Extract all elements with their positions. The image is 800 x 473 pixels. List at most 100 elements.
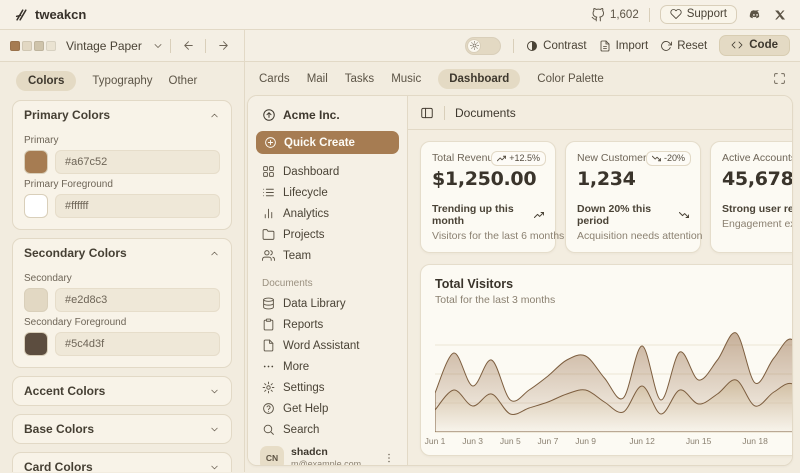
tab-color-palette[interactable]: Color Palette (537, 73, 603, 85)
sidebar-item-team[interactable]: Team (256, 245, 399, 266)
tab-cards[interactable]: Cards (259, 73, 290, 85)
bar-chart-icon (262, 207, 275, 220)
folder-icon (262, 228, 275, 241)
contrast-button[interactable]: Contrast (526, 40, 586, 52)
x-logo-icon[interactable] (774, 9, 786, 21)
org-switcher[interactable]: Acme Inc. (256, 105, 399, 131)
stat-footer-secondary: Engagement exceed targets (722, 218, 792, 230)
file-icon (262, 339, 275, 352)
sidebar-item-data-library[interactable]: Data Library (256, 293, 399, 314)
sidebar-item-lifecycle[interactable]: Lifecycle (256, 182, 399, 203)
theme-name: Vintage Paper (66, 39, 146, 53)
stat-value: 1,234 (577, 168, 689, 190)
stats-grid: Total Revenue +12.5% $1,250.00 Trending … (420, 141, 792, 253)
color-input-secondary-foreground[interactable] (55, 332, 220, 356)
axis-tick: Jun 1 (425, 436, 446, 446)
stat-footer-primary: Trending up this month (432, 203, 529, 227)
color-swatch-secondary[interactable] (24, 288, 48, 312)
tab-typography[interactable]: Typography (92, 75, 152, 87)
axis-tick: Jun 3 (462, 436, 483, 446)
github-stars[interactable]: 1,602 (591, 8, 639, 22)
color-input-secondary[interactable] (55, 288, 220, 312)
tab-tasks[interactable]: Tasks (345, 73, 374, 85)
chart-x-axis: Jun 1Jun 3Jun 5Jun 7Jun 9Jun 12Jun 15Jun… (435, 432, 792, 447)
sidebar-item-label: Dashboard (283, 166, 339, 178)
code-label: Code (749, 39, 778, 51)
tab-dashboard[interactable]: Dashboard (438, 69, 520, 89)
chart-subtitle: Total for the last 3 months (435, 294, 792, 306)
sidebar-item-get-help[interactable]: Get Help (256, 398, 399, 419)
search-icon (262, 423, 275, 436)
more-vertical-icon[interactable] (383, 452, 395, 464)
tab-music[interactable]: Music (391, 73, 421, 85)
import-button[interactable]: Import (599, 40, 649, 52)
sidebar-item-label: Get Help (283, 403, 328, 415)
support-button[interactable]: Support (660, 5, 737, 24)
secondary-colors-header[interactable]: Secondary Colors (13, 239, 231, 267)
code-button[interactable]: Code (719, 35, 790, 56)
grid-icon (262, 165, 275, 178)
stat-card-new-customers: New Customers -20% 1,234 Down 20% this p… (565, 141, 701, 253)
discord-icon[interactable] (747, 8, 764, 22)
fullscreen-icon[interactable] (773, 72, 786, 85)
color-swatch-primary[interactable] (24, 150, 48, 174)
theme-mode-toggle[interactable] (465, 37, 501, 55)
theme-selector[interactable]: Vintage Paper (0, 30, 245, 61)
color-swatch-primary-foreground[interactable] (24, 194, 48, 218)
chevron-down-icon[interactable] (152, 40, 164, 52)
tab-other[interactable]: Other (169, 75, 198, 87)
accent-colors-header[interactable]: Accent Colors (13, 377, 231, 405)
badge-value: -20% (664, 153, 685, 163)
theme-swatch (22, 41, 32, 51)
toolbar-row: Vintage Paper Contrast Import Reset (0, 30, 800, 62)
visitors-area-chart[interactable] (435, 316, 792, 432)
panel-left-icon[interactable] (420, 106, 434, 120)
stat-card-total-revenue: Total Revenue +12.5% $1,250.00 Trending … (420, 141, 556, 253)
field-label: Secondary (24, 273, 220, 284)
quick-create-button[interactable]: Quick Create (256, 131, 399, 154)
tab-colors[interactable]: Colors (16, 71, 76, 91)
sidebar-item-label: Settings (283, 382, 325, 394)
primary-colors-section: Primary Colors Primary Primary Foregroun… (12, 100, 232, 230)
arrow-right-icon (217, 39, 230, 52)
breadcrumb: Documents (455, 106, 516, 120)
theme-prev-button[interactable] (177, 35, 199, 57)
base-colors-header[interactable]: Base Colors (13, 415, 231, 443)
color-input-primary-foreground[interactable] (55, 194, 220, 218)
sidebar-item-word-assistant[interactable]: Word Assistant (256, 335, 399, 356)
sidebar-item-analytics[interactable]: Analytics (256, 203, 399, 224)
sidebar-item-label: Word Assistant (283, 340, 360, 352)
reset-button[interactable]: Reset (660, 40, 707, 52)
brand[interactable]: tweakcn (14, 7, 86, 22)
user-menu[interactable]: CN shadcn m@example.com (256, 440, 399, 466)
clipboard-icon (262, 318, 275, 331)
axis-tick: Jun 5 (500, 436, 521, 446)
sidebar-item-more[interactable]: More (256, 356, 399, 377)
sidebar-item-search[interactable]: Search (256, 419, 399, 440)
sidebar-item-dashboard[interactable]: Dashboard (256, 161, 399, 182)
sidebar-item-label: Data Library (283, 298, 346, 310)
sun-icon (470, 41, 479, 50)
stat-badge: -20% (646, 151, 691, 166)
section-title: Primary Colors (24, 108, 110, 122)
chevron-up-icon (209, 110, 220, 121)
primary-colors-header[interactable]: Primary Colors (13, 101, 231, 129)
color-swatch-secondary-foreground[interactable] (24, 332, 48, 356)
sidebar-item-reports[interactable]: Reports (256, 314, 399, 335)
github-icon (591, 8, 605, 22)
editor-tabs: Colors Typography Other (0, 71, 244, 91)
preview-tabs: Cards Mail Tasks Music Dashboard Color P… (245, 62, 800, 95)
contrast-label: Contrast (543, 40, 586, 52)
dashboard-header: Documents (408, 96, 792, 130)
sidebar-item-settings[interactable]: Settings (256, 377, 399, 398)
stat-value: $1,250.00 (432, 168, 544, 190)
tab-mail[interactable]: Mail (307, 73, 328, 85)
sidebar-item-projects[interactable]: Projects (256, 224, 399, 245)
theme-swatches (10, 41, 56, 51)
user-email: m@example.com (291, 459, 361, 466)
section-title: Card Colors (24, 460, 93, 472)
color-input-primary[interactable] (55, 150, 220, 174)
theme-next-button[interactable] (212, 35, 234, 57)
sidebar-item-label: More (283, 361, 309, 373)
card-colors-header[interactable]: Card Colors (13, 453, 231, 472)
